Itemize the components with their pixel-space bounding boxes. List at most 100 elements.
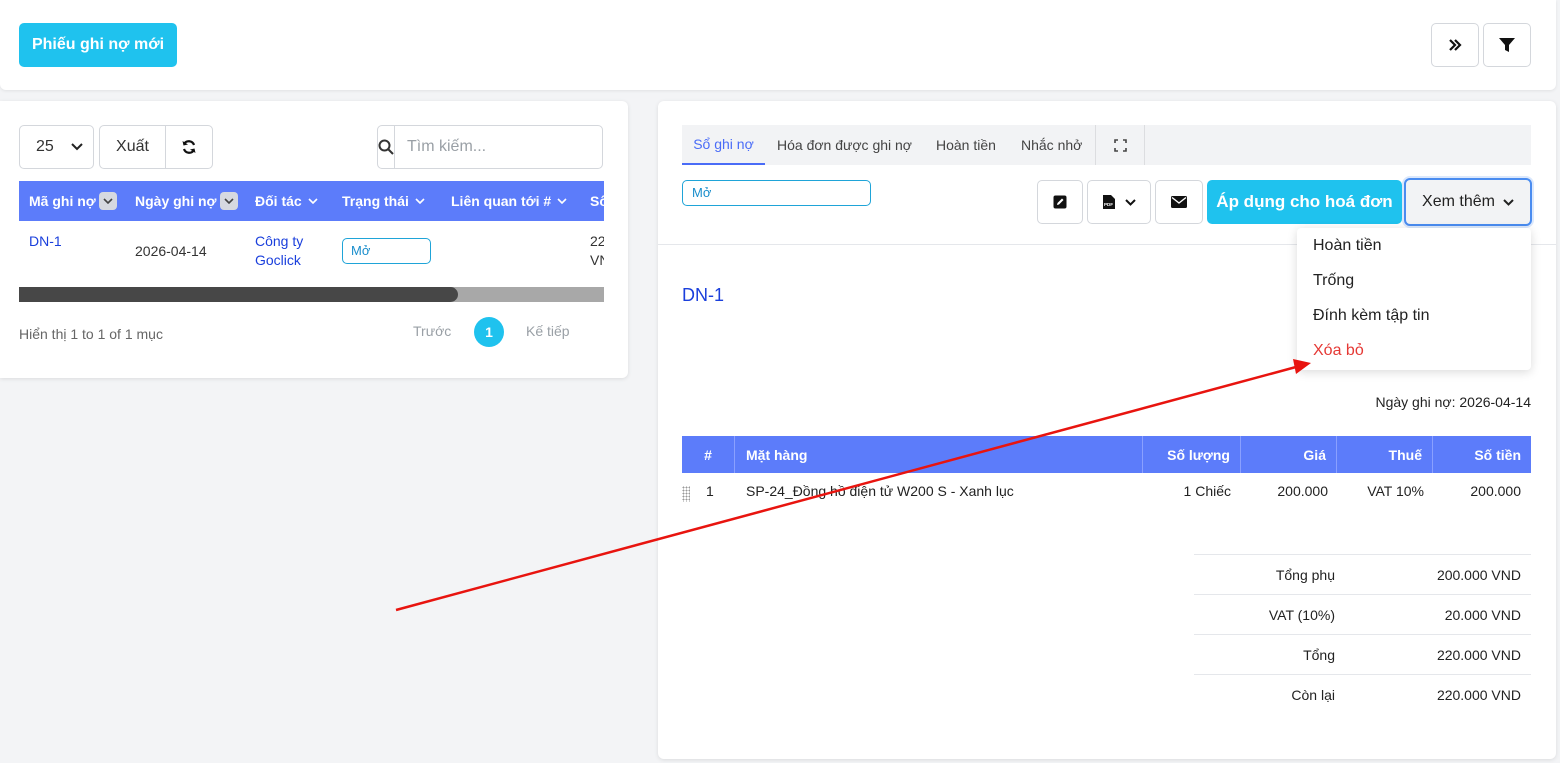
totals-row: VAT (10%) 20.000 VND [1194,594,1531,634]
table-row[interactable]: DN-1 2026-04-14 Công ty Goclick Mở 22 VN [19,221,604,281]
column-related[interactable]: Liên quan tới # [451,181,567,221]
pagination-info: Hiển thị 1 to 1 of 1 mục [19,326,163,342]
menu-item-delete[interactable]: Xóa bỏ [1297,333,1531,368]
items-table-header: # Mặt hàng Số lượng Giá Thuế Số tiền [682,436,1531,473]
totals-row: Tổng 220.000 VND [1194,634,1531,674]
column-date[interactable]: Ngày ghi nợ [135,181,238,221]
search-input[interactable] [395,126,614,168]
filter-button[interactable] [1483,23,1531,67]
email-button[interactable] [1155,180,1203,224]
column-label: Trạng thái [342,193,409,209]
column-qty: Số lượng [1143,436,1241,473]
tab-debit-note[interactable]: Sổ ghi nợ [682,125,765,165]
partner-link-line2[interactable]: Goclick [255,252,301,268]
refresh-button[interactable] [165,125,213,169]
sort-icon [98,192,117,210]
column-code[interactable]: Mã ghi nợ [29,181,117,221]
pagination-prev[interactable]: Trước [413,323,451,339]
debit-note-list-panel: 25 Xuất Mã ghi nợ Ngày ghi nợ Đối tác [0,101,628,378]
chevron-down-icon [1503,198,1514,206]
debit-date-value: 2026-04-14 [1459,394,1531,410]
tab-reminders[interactable]: Nhắc nhở [1021,125,1082,165]
totals-value: 220.000 VND [1436,647,1521,663]
list-table-header: Mã ghi nợ Ngày ghi nợ Đối tác Trạng thái… [19,181,604,221]
pagination-page[interactable]: 1 [474,317,504,347]
totals-label: Tổng [1303,647,1335,663]
item-tax: VAT 10% [1367,483,1424,499]
column-amount[interactable]: Số [590,181,604,221]
menu-item-refund[interactable]: Hoàn tiền [1297,228,1531,263]
tab-refunds[interactable]: Hoàn tiền [936,125,996,165]
export-button[interactable]: Xuất [99,125,166,169]
svg-text:PDF: PDF [1104,202,1113,207]
more-dropdown-menu: Hoàn tiền Trống Đính kèm tập tin Xóa bỏ [1297,228,1531,370]
totals-table: Tổng phụ 200.000 VND VAT (10%) 20.000 VN… [1194,554,1531,714]
scrollbar-thumb[interactable] [19,287,458,302]
expand-icon [1114,138,1127,152]
tab-divider [1095,125,1096,165]
column-label: Đối tác [255,193,302,209]
item-no: 1 [706,483,714,499]
debit-note-date: 2026-04-14 [135,243,207,259]
totals-label: Tổng phụ [1275,567,1335,583]
menu-item-void[interactable]: Trống [1297,263,1531,298]
more-dropdown-button[interactable]: Xem thêm [1404,178,1532,226]
top-bar: Phiếu ghi nợ mới [0,0,1556,90]
tab-credited-invoices[interactable]: Hóa đơn được ghi nợ [777,125,912,165]
double-chevron-right-icon [1449,39,1462,51]
detail-tabs: Sổ ghi nợ Hóa đơn được ghi nợ Hoàn tiền … [682,125,1531,165]
totals-row: Tổng phụ 200.000 VND [1194,554,1531,594]
partner-link-line1[interactable]: Công ty [255,233,303,249]
chevron-down-icon [557,198,567,204]
column-label: Số [590,193,604,209]
collapse-button[interactable] [1431,23,1479,67]
horizontal-scrollbar[interactable] [19,287,604,302]
totals-value: 220.000 VND [1436,687,1521,703]
item-name: SP-24_Đồng hồ điện tử W200 S - Xanh lục [746,483,1014,499]
page-size-value: 25 [36,138,54,155]
column-price: Giá [1241,436,1337,473]
totals-label: VAT (10%) [1268,607,1335,623]
column-label: Liên quan tới # [451,193,552,209]
page-size-select[interactable]: 25 [19,125,94,169]
refresh-icon [182,140,196,154]
chevron-down-icon [1125,198,1136,206]
debit-date-label: Ngày ghi nợ: [1375,394,1456,410]
pdf-button[interactable]: PDF [1087,180,1151,224]
chevron-down-icon [308,198,318,204]
edit-button[interactable] [1037,180,1083,224]
search-icon [378,126,395,168]
pdf-icon: PDF [1103,195,1115,209]
column-item: Mặt hàng [735,436,1143,473]
sort-icon [219,192,238,210]
edit-icon [1053,195,1067,209]
item-amount: 200.000 [1470,483,1521,499]
new-debit-note-button[interactable]: Phiếu ghi nợ mới [19,23,177,67]
document-title: DN-1 [682,285,725,305]
pagination-next[interactable]: Kế tiếp [526,323,570,339]
debit-date-line: Ngày ghi nợ: 2026-04-14 [1375,394,1531,410]
debit-note-code-link[interactable]: DN-1 [29,233,62,249]
column-label: Ngày ghi nợ [135,193,217,209]
column-tax: Thuế [1337,436,1433,473]
menu-item-attach-file[interactable]: Đính kèm tập tin [1297,298,1531,333]
debit-note-detail-panel: Sổ ghi nợ Hóa đơn được ghi nợ Hoàn tiền … [658,101,1556,759]
amount-line1: 22 [590,233,604,249]
apply-to-invoice-button[interactable]: Áp dụng cho hoá đơn [1207,180,1402,224]
chevron-down-icon [415,198,425,204]
status-badge: Mở [342,238,431,264]
column-status[interactable]: Trạng thái [342,181,425,221]
table-row: 1 SP-24_Đồng hồ điện tử W200 S - Xanh lụ… [682,473,1531,511]
totals-label: Còn lại [1291,687,1335,703]
fullscreen-button[interactable] [1114,125,1127,165]
amount-line2: VN [590,252,604,268]
chevron-down-icon [71,143,83,151]
column-amount: Số tiền [1474,446,1521,463]
tab-divider [1144,125,1145,165]
drag-handle-icon[interactable] [682,486,690,502]
column-partner[interactable]: Đối tác [255,181,318,221]
status-badge: Mở [682,180,871,206]
totals-value: 200.000 VND [1436,567,1521,583]
filter-icon [1499,38,1515,52]
search-box [377,125,614,169]
